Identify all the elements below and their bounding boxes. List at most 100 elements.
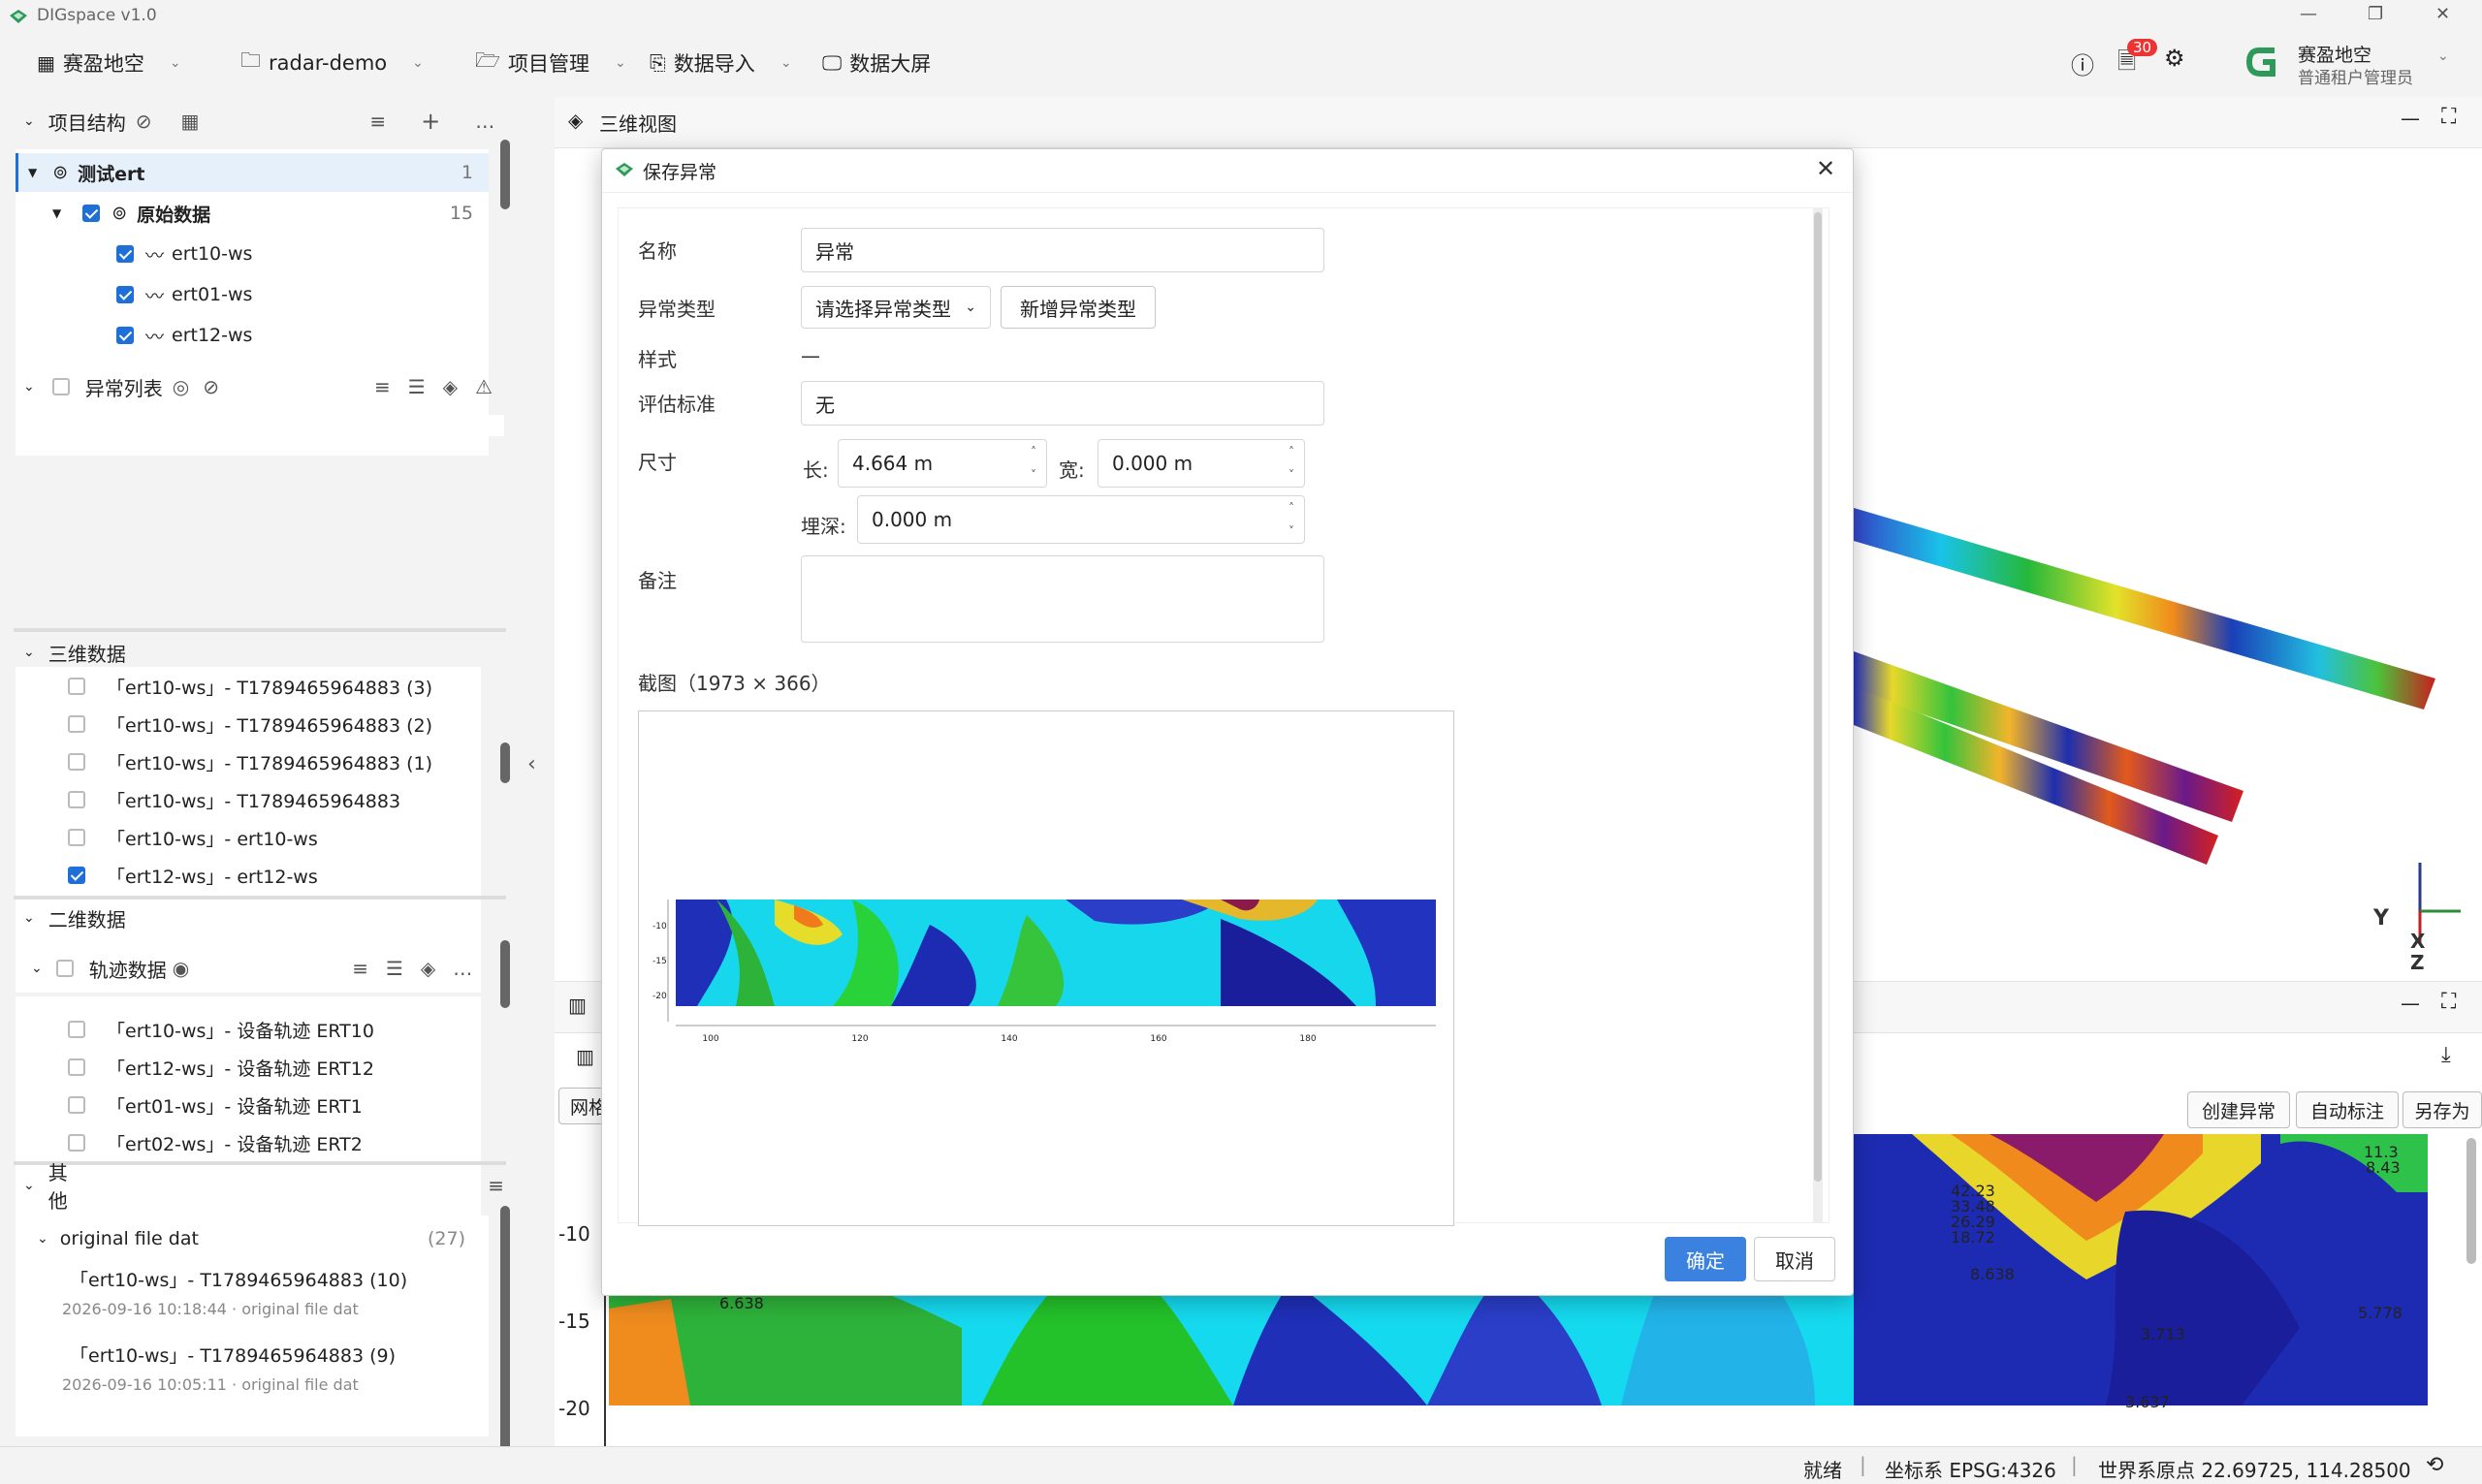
- layers-icon[interactable]: ◈: [443, 375, 458, 398]
- length-input[interactable]: 4.664 m ˄ ˅: [838, 439, 1047, 488]
- project-menu[interactable]: 🗀 radar-demo ⌄: [240, 47, 424, 79]
- history-icon[interactable]: ⟲: [2426, 1453, 2443, 1477]
- item-checkbox[interactable]: [116, 245, 134, 263]
- filter-icon[interactable]: ☰: [386, 957, 403, 980]
- minimize-panel-icon[interactable]: —: [2401, 107, 2420, 130]
- file-item[interactable]: 「ert10-ws」- T1789465964883 (9) 2026-09-1…: [62, 1342, 396, 1394]
- auto-annotate-button[interactable]: 自动标注: [2296, 1091, 2399, 1128]
- profile-strip[interactable]: [1854, 508, 2435, 710]
- notification-button[interactable]: 🗏 30: [2117, 39, 2158, 84]
- type-select[interactable]: 请选择异常类型 ⌄: [801, 286, 991, 329]
- dialog-scrollbar[interactable]: [1813, 208, 1823, 1222]
- three-d-item[interactable]: 「ert10-ws」- ert10-ws: [68, 818, 318, 857]
- close-window-icon[interactable]: ✕: [2435, 4, 2450, 24]
- ok-button[interactable]: 确定: [1665, 1237, 1746, 1281]
- width-stepper[interactable]: ˄ ˅: [1279, 440, 1304, 487]
- chevron-down-icon[interactable]: ⌄: [23, 910, 35, 926]
- item-checkbox[interactable]: [68, 678, 85, 695]
- scrollbar[interactable]: [500, 1206, 510, 1462]
- item-checkbox[interactable]: [68, 867, 85, 884]
- anomaly-select-all-checkbox[interactable]: [51, 378, 70, 395]
- add-type-button[interactable]: 新增异常类型: [1001, 286, 1156, 329]
- item-checkbox[interactable]: [116, 286, 134, 303]
- file-item[interactable]: 「ert10-ws」- T1789465964883 (10) 2026-09-…: [62, 1266, 407, 1318]
- track-item[interactable]: 「ert01-ws」- 设备轨迹 ERT1: [68, 1086, 363, 1124]
- item-checkbox[interactable]: [68, 753, 85, 771]
- cancel-button[interactable]: 取消: [1754, 1237, 1835, 1281]
- chevron-down-icon[interactable]: ⌄: [23, 113, 35, 129]
- three-d-item[interactable]: 「ert10-ws」- T1789465964883 (2): [68, 705, 432, 743]
- more-icon[interactable]: …: [453, 957, 472, 980]
- item-checkbox[interactable]: [68, 829, 85, 846]
- menu-project-management[interactable]: 🗁 项目管理 ⌄: [475, 47, 626, 79]
- create-anomaly-button[interactable]: 创建异常: [2187, 1091, 2290, 1128]
- warning-icon[interactable]: ⚠: [475, 375, 493, 398]
- restore-icon[interactable]: ❐: [2368, 4, 2383, 24]
- item-checkbox[interactable]: [68, 791, 85, 808]
- track-select-all-checkbox[interactable]: [55, 960, 74, 977]
- layers-icon[interactable]: ◈: [421, 957, 435, 980]
- search-list-icon[interactable]: ≡: [352, 957, 368, 980]
- fullscreen-icon[interactable]: ⛶: [2441, 990, 2456, 1014]
- search-list-icon[interactable]: ≡: [488, 1174, 504, 1197]
- gear-icon[interactable]: ⚙: [2164, 45, 2185, 72]
- eye-off-icon[interactable]: ⊘: [203, 375, 219, 398]
- close-icon[interactable]: ✕: [1816, 155, 1835, 182]
- tree-item[interactable]: 〰 ert10-ws: [16, 235, 252, 273]
- search-list-icon[interactable]: ≡: [374, 375, 391, 398]
- file-group-item[interactable]: ⌄ original file dat (27): [16, 1219, 489, 1258]
- user-menu[interactable]: 赛盈地空 普通租户管理员 ⌄: [2245, 39, 2468, 88]
- depth-input[interactable]: 0.000 m ˄ ˅: [857, 495, 1305, 544]
- tree-group-item[interactable]: ▼ ⊚ 原始数据 15: [16, 194, 489, 233]
- scrollbar[interactable]: [500, 140, 510, 209]
- chevron-down-icon[interactable]: ⌄: [23, 645, 35, 660]
- search-list-icon[interactable]: ≡: [369, 110, 386, 133]
- bar-chart-icon[interactable]: ▥: [576, 1045, 594, 1068]
- chevron-down-icon[interactable]: ⌄: [23, 379, 35, 395]
- standard-input[interactable]: 无: [801, 381, 1324, 426]
- help-icon[interactable]: ⓘ: [2071, 47, 2094, 80]
- tree-item[interactable]: 〰 ert01-ws: [16, 275, 252, 314]
- fullscreen-icon[interactable]: ⛶: [2441, 105, 2456, 129]
- save-as-button[interactable]: 另存为: [2402, 1091, 2482, 1128]
- tree-root-item[interactable]: ▼ ⊚ 测试ert 1: [16, 153, 489, 192]
- filter-icon[interactable]: ☰: [408, 375, 426, 398]
- item-checkbox[interactable]: [68, 1134, 85, 1152]
- track-item[interactable]: 「ert02-ws」- 设备轨迹 ERT2: [68, 1123, 363, 1162]
- three-d-item[interactable]: 「ert10-ws」- T1789465964883 (1): [68, 742, 432, 781]
- menu-data-import[interactable]: ⎘ 数据导入 ⌄: [650, 47, 792, 79]
- add-icon[interactable]: +: [421, 108, 440, 135]
- chevron-left-icon[interactable]: ‹: [527, 752, 536, 776]
- org-menu[interactable]: ▦ 赛盈地空 ⌄: [37, 47, 181, 79]
- item-checkbox[interactable]: [68, 715, 85, 733]
- width-input[interactable]: 0.000 m ˄ ˅: [1098, 439, 1305, 488]
- chevron-down-icon[interactable]: ⌄: [37, 1231, 48, 1247]
- item-checkbox[interactable]: [68, 1058, 85, 1076]
- eye-icon[interactable]: ◉: [173, 957, 189, 980]
- scrollbar[interactable]: [500, 742, 510, 783]
- item-checkbox[interactable]: [68, 1096, 85, 1114]
- caret-down-icon[interactable]: ▼: [28, 166, 37, 179]
- tree-item[interactable]: 〰 ert12-ws: [16, 316, 252, 355]
- chevron-down-icon[interactable]: ⌄: [31, 961, 43, 976]
- download-icon[interactable]: ⤓: [2441, 1043, 2451, 1067]
- scrollbar[interactable]: [500, 940, 510, 1008]
- group-checkbox[interactable]: [82, 205, 101, 222]
- chevron-down-icon[interactable]: ⌄: [23, 1178, 35, 1193]
- track-item[interactable]: 「ert10-ws」- 设备轨迹 ERT10: [68, 1010, 374, 1049]
- scrollbar[interactable]: [2466, 1138, 2476, 1264]
- three-d-item[interactable]: 「ert12-ws」- ert12-ws: [68, 856, 318, 895]
- minimize-panel-icon[interactable]: —: [2401, 992, 2420, 1015]
- note-textarea[interactable]: [801, 555, 1324, 643]
- menu-data-screen[interactable]: 🖵 数据大屏: [822, 47, 931, 79]
- track-item[interactable]: 「ert12-ws」- 设备轨迹 ERT12: [68, 1048, 374, 1087]
- length-stepper[interactable]: ˄ ˅: [1021, 440, 1046, 487]
- minimize-icon[interactable]: —: [2300, 4, 2317, 24]
- three-d-item[interactable]: 「ert10-ws」- T1789465964883: [68, 780, 400, 819]
- eye-off-icon[interactable]: ⊘: [136, 110, 152, 133]
- depth-stepper[interactable]: ˄ ˅: [1279, 496, 1304, 543]
- more-icon[interactable]: …: [475, 110, 494, 133]
- grid-icon[interactable]: ▦: [181, 110, 200, 133]
- item-checkbox[interactable]: [116, 327, 134, 344]
- three-d-item[interactable]: 「ert10-ws」- T1789465964883 (3): [68, 667, 432, 706]
